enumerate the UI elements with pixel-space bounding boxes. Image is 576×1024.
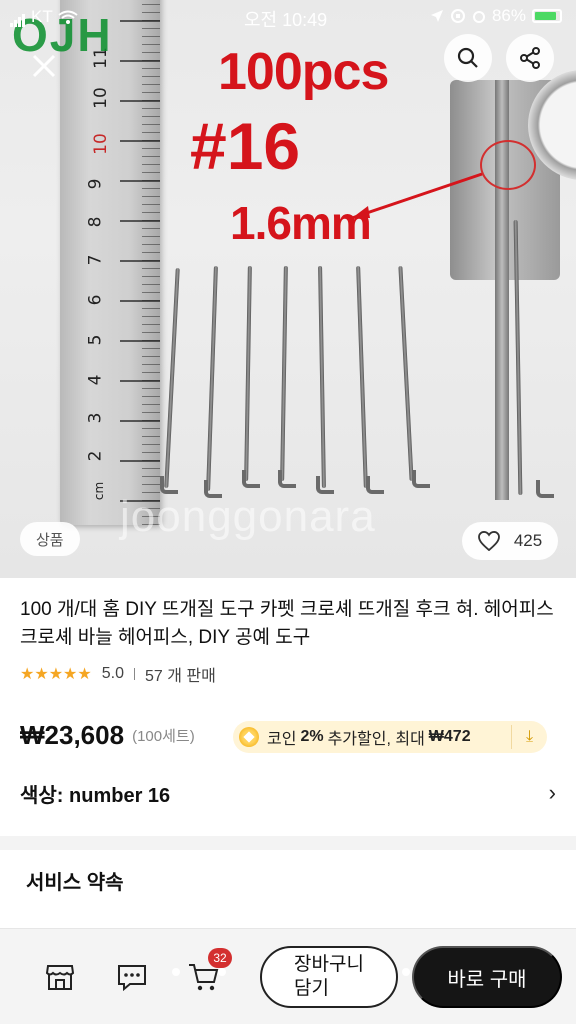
watermark: joonggonara xyxy=(120,492,376,541)
ruler: 11 10 10 9 8 7 6 5 4 3 2 cm xyxy=(60,0,160,525)
ruler-number: 9 xyxy=(85,178,106,190)
status-bar: KT 오전 10:49 86% xyxy=(0,0,576,34)
add-to-cart-label: 장바구니 담기 xyxy=(294,954,364,999)
like-count: 425 xyxy=(513,531,543,550)
buy-now-label: 바로 구매 xyxy=(447,968,527,991)
ruler-number: 5 xyxy=(85,334,106,346)
annotation-size: #16 xyxy=(190,109,301,183)
ruler-number: 3 xyxy=(85,412,106,424)
coin-percent: 2% xyxy=(300,728,324,745)
needle xyxy=(280,265,288,482)
price-unit: (100세트) xyxy=(132,728,195,745)
close-icon xyxy=(32,54,56,78)
lock-rotation-icon xyxy=(450,9,465,23)
needle xyxy=(318,265,326,489)
ruler-number: 4 xyxy=(85,374,106,386)
divider xyxy=(133,668,135,680)
download-icon[interactable]: ⤓ xyxy=(511,725,547,749)
needle xyxy=(356,265,368,489)
chevron-right-icon: › xyxy=(548,780,556,805)
ruler-number: 10 xyxy=(90,87,111,109)
coin-description: 추가할인, 최대 xyxy=(327,731,425,748)
needle-foot xyxy=(278,470,296,488)
product-title: 100 개/대 홈 DIY 뜨개질 도구 카펫 크로셰 뜨개질 후크 혀. 헤어… xyxy=(20,599,554,648)
share-button[interactable] xyxy=(506,34,554,82)
price: ₩23,608 xyxy=(20,720,125,750)
battery-percent: 86% xyxy=(491,6,526,25)
heart-icon xyxy=(477,531,500,551)
ruler-number: 10 xyxy=(90,133,111,155)
add-to-cart-button[interactable]: 장바구니 담기 xyxy=(260,946,398,1008)
star-rating: ★★★★★ xyxy=(20,666,92,683)
option-label: 색상: number 16 xyxy=(20,784,171,807)
buy-now-button[interactable]: 바로 구매 xyxy=(412,946,562,1008)
like-button[interactable]: 425 xyxy=(462,522,558,560)
arrow-icon xyxy=(351,172,483,220)
alarm-icon xyxy=(472,11,485,23)
coin-label: 코인 xyxy=(267,731,297,748)
store-button[interactable] xyxy=(42,960,78,994)
ruler-number: 6 xyxy=(85,294,106,306)
chat-icon xyxy=(118,965,146,991)
cart-count-badge: 32 xyxy=(208,948,232,968)
needle-foot xyxy=(412,470,430,488)
coin-max: ₩472 xyxy=(428,728,471,745)
wifi-icon xyxy=(58,10,78,24)
rating-value: 5.0 xyxy=(101,665,124,682)
carrier-name: KT xyxy=(31,7,53,26)
location-icon xyxy=(430,10,443,22)
rating-row[interactable]: ★★★★★ 5.0 57 개 판매 xyxy=(20,662,216,686)
needle-foot xyxy=(242,470,260,488)
status-time: 오전 10:49 xyxy=(244,10,328,30)
product-image[interactable]: 11 10 10 9 8 7 6 5 4 3 2 cm 100pcs #16 1… xyxy=(0,0,576,578)
price-row: ₩23,608 (100세트) xyxy=(20,720,195,751)
search-icon xyxy=(457,47,478,68)
ruler-unit: cm xyxy=(92,481,107,501)
service-section-title: 서비스 약속 xyxy=(26,872,124,894)
ruler-number: 8 xyxy=(85,216,106,228)
option-selector[interactable]: 색상: number 16 › xyxy=(20,776,556,810)
coin-discount-banner[interactable]: 코인 2% 추가할인, 최대 ₩472 ⤓ xyxy=(233,721,547,753)
needle xyxy=(206,265,218,492)
section-divider xyxy=(0,836,576,850)
needle xyxy=(244,265,252,482)
store-icon xyxy=(45,965,75,990)
needle xyxy=(164,268,180,488)
needle xyxy=(398,266,414,481)
annotation-count: 100pcs xyxy=(218,43,389,101)
chat-button[interactable] xyxy=(114,960,150,994)
sold-count: 57 개 판매 xyxy=(144,668,216,685)
product-tag: 상품 xyxy=(20,522,80,556)
needle-foot xyxy=(536,480,554,498)
battery-icon xyxy=(532,9,562,23)
close-button[interactable] xyxy=(20,42,68,90)
ruler-number: 2 xyxy=(85,450,106,462)
coin-icon xyxy=(239,727,259,747)
search-button[interactable] xyxy=(444,34,492,82)
share-icon xyxy=(520,47,540,69)
signal-icon xyxy=(10,7,26,27)
ruler-number: 7 xyxy=(85,254,106,266)
